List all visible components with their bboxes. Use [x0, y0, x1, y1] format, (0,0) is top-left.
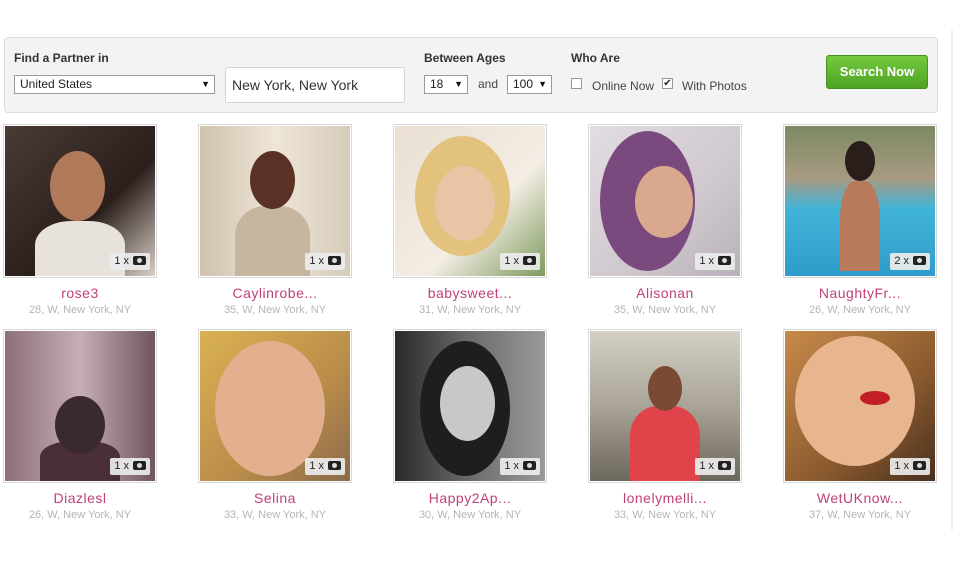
- camera-icon: [718, 461, 731, 470]
- profile-photo[interactable]: 1 x: [588, 329, 742, 483]
- camera-icon: [328, 256, 341, 265]
- profile-details: 35, W, New York, NY: [613, 304, 717, 316]
- profile-card: 1 x lonelymelli... 33, W, New York, NY: [588, 329, 742, 521]
- search-now-button[interactable]: Search Now: [826, 55, 928, 89]
- photo-count-badge: 1 x: [110, 253, 150, 270]
- photo-count: 1 x: [504, 255, 519, 267]
- country-select-value: United States: [20, 77, 93, 91]
- profile-card: 2 x NaughtyFr... 26, W, New York, NY: [783, 124, 937, 316]
- photo-count: 1 x: [699, 255, 714, 267]
- photo-count-badge: 1 x: [305, 458, 345, 475]
- photo-count: 1 x: [309, 460, 324, 472]
- camera-icon: [523, 256, 536, 265]
- profile-details: 26, W, New York, NY: [808, 304, 912, 316]
- profile-username[interactable]: NaughtyFr...: [783, 285, 937, 301]
- photo-count: 1 x: [114, 460, 129, 472]
- photo-count-badge: 2 x: [890, 253, 930, 270]
- profile-card: 1 x babysweet... 31, W, New York, NY: [393, 124, 547, 316]
- online-now-label: Online Now: [592, 79, 655, 93]
- between-ages-label: Between Ages: [424, 51, 506, 65]
- camera-icon: [913, 461, 926, 470]
- dropdown-arrow-icon: ▼: [201, 79, 210, 89]
- profile-details: 35, W, New York, NY: [223, 304, 327, 316]
- photo-count: 1 x: [309, 255, 324, 267]
- camera-icon: [523, 461, 536, 470]
- profile-details: 28, W, New York, NY: [28, 304, 132, 316]
- profile-photo[interactable]: 1 x: [3, 329, 157, 483]
- photo-count-badge: 1 x: [890, 458, 930, 475]
- profile-card: 1 x Selina 33, W, New York, NY: [198, 329, 352, 521]
- profile-card: 1 x Alisonan 35, W, New York, NY: [588, 124, 742, 316]
- profile-photo[interactable]: 2 x: [783, 124, 937, 278]
- profile-username[interactable]: Diazlesl: [3, 490, 157, 506]
- profile-photo[interactable]: 1 x: [393, 124, 547, 278]
- photo-count-badge: 1 x: [500, 458, 540, 475]
- online-now-checkbox[interactable]: [571, 78, 582, 89]
- age-min-value: 18: [430, 77, 444, 91]
- profile-card: 1 x Happy2Ap... 30, W, New York, NY: [393, 329, 547, 521]
- photo-count-badge: 1 x: [305, 253, 345, 270]
- profile-photo[interactable]: 1 x: [3, 124, 157, 278]
- profile-photo[interactable]: 1 x: [393, 329, 547, 483]
- profile-username[interactable]: Selina: [198, 490, 352, 506]
- photo-count: 1 x: [894, 460, 909, 472]
- camera-icon: [913, 256, 926, 265]
- profile-details: 30, W, New York, NY: [418, 509, 522, 521]
- search-bar: Find a Partner in United States ▼ New Yo…: [4, 37, 938, 113]
- profile-photo[interactable]: 1 x: [783, 329, 937, 483]
- with-photos-checkbox[interactable]: ✔: [662, 78, 673, 89]
- photo-count: 1 x: [114, 255, 129, 267]
- profile-card: 1 x Diazlesl 26, W, New York, NY: [3, 329, 157, 521]
- profile-photo[interactable]: 1 x: [588, 124, 742, 278]
- photo-count: 2 x: [894, 255, 909, 267]
- profile-details: 31, W, New York, NY: [418, 304, 522, 316]
- profile-details: 33, W, New York, NY: [223, 509, 327, 521]
- photo-count-badge: 1 x: [500, 253, 540, 270]
- photo-count: 1 x: [504, 460, 519, 472]
- camera-icon: [328, 461, 341, 470]
- age-min-select[interactable]: 18 ▼: [424, 75, 468, 94]
- dropdown-arrow-icon: ▼: [454, 79, 463, 89]
- camera-icon: [133, 461, 146, 470]
- profile-details: 33, W, New York, NY: [613, 509, 717, 521]
- country-select[interactable]: United States ▼: [14, 75, 215, 94]
- camera-icon: [133, 256, 146, 265]
- profile-username[interactable]: Caylinrobe...: [198, 285, 352, 301]
- profile-card: 1 x rose3 28, W, New York, NY: [3, 124, 157, 316]
- camera-icon: [718, 256, 731, 265]
- age-max-select[interactable]: 100 ▼: [507, 75, 552, 94]
- profile-photo[interactable]: 1 x: [198, 124, 352, 278]
- dropdown-arrow-icon: ▼: [538, 79, 547, 89]
- photo-count-badge: 1 x: [695, 458, 735, 475]
- who-are-label: Who Are: [571, 51, 620, 65]
- profile-username[interactable]: babysweet...: [393, 285, 547, 301]
- profile-username[interactable]: Alisonan: [588, 285, 742, 301]
- photo-count-badge: 1 x: [695, 253, 735, 270]
- profile-details: 37, W, New York, NY: [808, 509, 912, 521]
- find-partner-label: Find a Partner in: [14, 51, 109, 65]
- profile-username[interactable]: rose3: [3, 285, 157, 301]
- with-photos-label: With Photos: [682, 79, 747, 93]
- page-right-border: [951, 30, 953, 530]
- age-and-label: and: [478, 77, 499, 91]
- profile-username[interactable]: lonelymelli...: [588, 490, 742, 506]
- profile-card: 1 x WetUKnow... 37, W, New York, NY: [783, 329, 937, 521]
- age-max-value: 100: [513, 77, 534, 91]
- city-input[interactable]: New York, New York: [225, 67, 405, 103]
- profile-username[interactable]: WetUKnow...: [783, 490, 937, 506]
- profile-details: 26, W, New York, NY: [28, 509, 132, 521]
- profile-username[interactable]: Happy2Ap...: [393, 490, 547, 506]
- photo-count: 1 x: [699, 460, 714, 472]
- profile-card: 1 x Caylinrobe... 35, W, New York, NY: [198, 124, 352, 316]
- photo-count-badge: 1 x: [110, 458, 150, 475]
- profile-photo[interactable]: 1 x: [198, 329, 352, 483]
